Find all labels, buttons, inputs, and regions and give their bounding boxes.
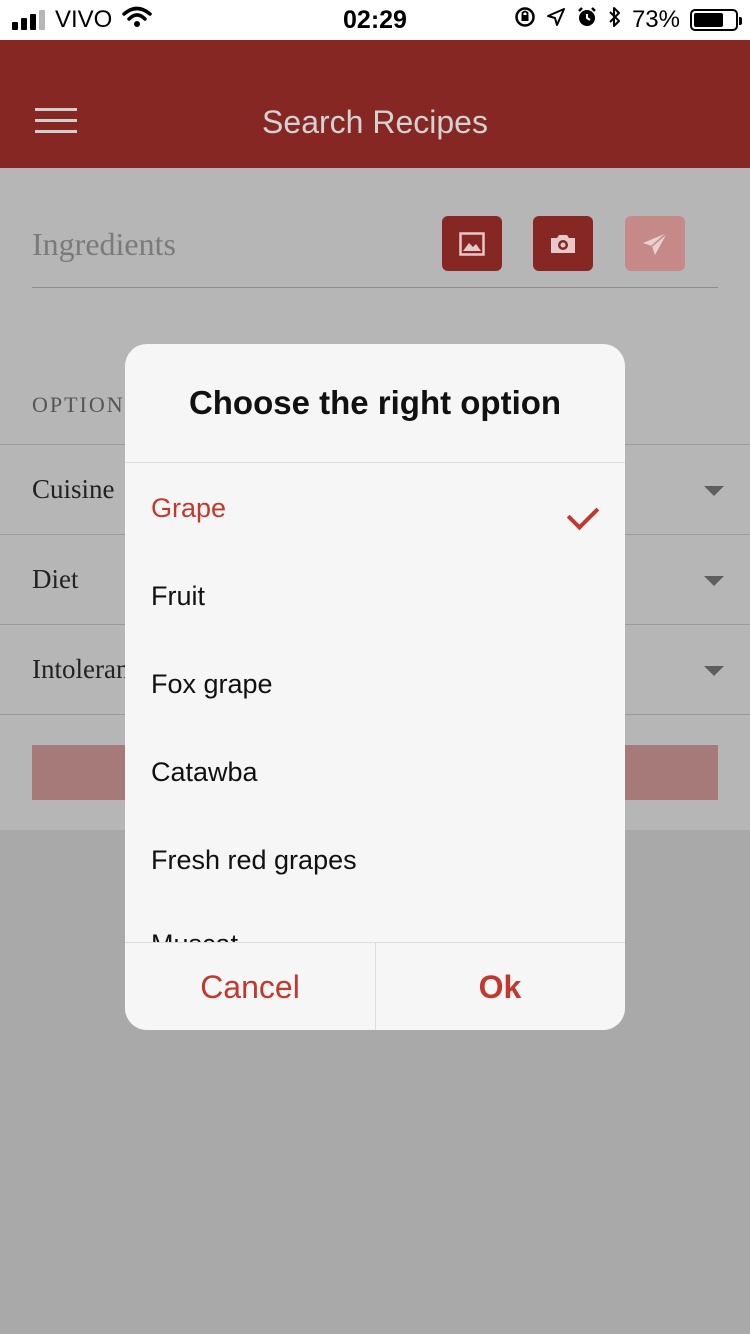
page-title: Search Recipes [262,104,488,140]
option-item-fox-grape[interactable]: Fox grape [151,669,273,700]
camera-icon [551,234,575,253]
bluetooth-icon [608,6,622,35]
battery-percent: 73% [631,6,680,33]
dialog-actions: Cancel Ok [125,942,625,1030]
checkmark-icon [566,497,600,531]
option-item-muscat[interactable]: Muscat [151,929,238,942]
option-row-cuisine[interactable]: Cuisine [32,474,115,505]
send-button[interactable] [625,216,685,271]
app-header: Search Recipes [0,40,750,168]
chevron-down-icon [704,666,724,676]
option-item-fresh-red-grapes[interactable]: Fresh red grapes [151,845,357,876]
option-list[interactable]: Grape Fruit Fox grape Catawba Fresh red … [125,463,625,942]
status-bar: VIVO 02:29 73% [0,0,750,40]
option-row-diet[interactable]: Diet [32,564,79,595]
gallery-button[interactable] [442,216,502,271]
options-section-label: OPTION [32,392,125,417]
image-icon [459,231,485,256]
cancel-button[interactable]: Cancel [125,943,375,1030]
ingredients-input[interactable]: Ingredients [32,226,176,263]
status-right: 73% [514,6,742,35]
camera-button[interactable] [533,216,593,271]
battery-icon [690,9,742,31]
option-item-catawba[interactable]: Catawba [151,757,258,788]
send-icon [643,231,668,255]
battery-fill [694,13,723,27]
option-picker-dialog: Choose the right option Grape Fruit Fox … [125,344,625,1030]
option-item-fruit[interactable]: Fruit [151,581,205,612]
option-item-grape[interactable]: Grape [151,493,226,524]
orientation-lock-icon [514,6,536,35]
chevron-down-icon [704,486,724,496]
location-icon [546,6,566,34]
option-row-intolerances[interactable]: Intoleran [32,654,129,685]
ingredients-underline [32,287,718,288]
dialog-title: Choose the right option [188,384,562,421]
ok-button[interactable]: Ok [375,943,625,1030]
chevron-down-icon [704,576,724,586]
alarm-icon [576,6,598,35]
